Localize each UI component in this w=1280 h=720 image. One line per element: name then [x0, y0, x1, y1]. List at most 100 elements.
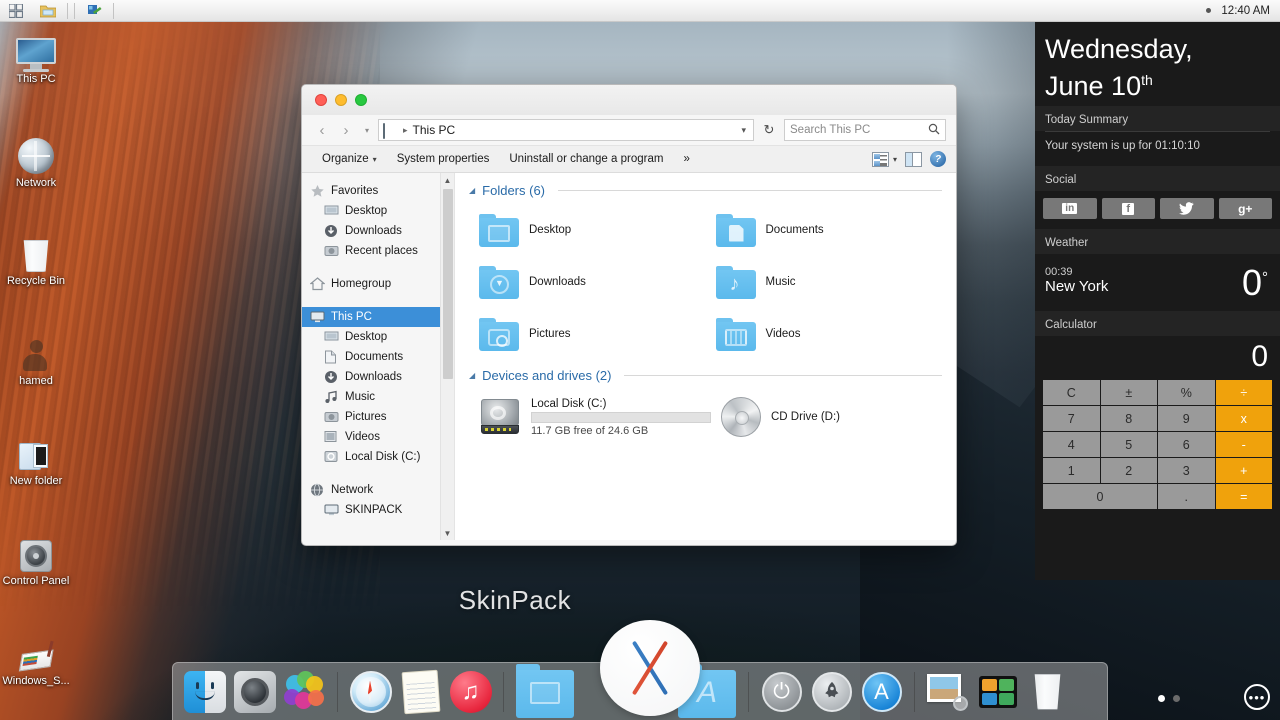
dock-item-photos[interactable] [281, 668, 328, 716]
desktop-icon-hamed[interactable]: hamed [0, 328, 72, 387]
scroll-down-arrow-icon[interactable]: ▼ [441, 526, 454, 540]
refresh-icon[interactable]: ↻ [758, 119, 780, 141]
dock-item-preview[interactable] [924, 668, 971, 716]
calc-key-0[interactable]: 0 [1043, 484, 1157, 509]
folder-tile-documents[interactable]: Documents [706, 204, 943, 256]
nav-item-documents[interactable]: Documents [302, 347, 454, 367]
nav-item-desktop[interactable]: Desktop [302, 201, 454, 221]
google-plus-icon[interactable]: g+ [1219, 198, 1273, 219]
nav-group-this-pc[interactable]: This PC [302, 307, 440, 327]
calc-key-decimal[interactable]: . [1158, 484, 1215, 509]
weather-widget[interactable]: 00:39 New York 0° [1035, 254, 1280, 311]
navpane-scrollbar[interactable]: ▲ ▼ [440, 173, 454, 540]
chevron-down-icon[interactable]: ▾ [741, 125, 749, 136]
drive-tile-cd-drive[interactable]: CD Drive (D:) [711, 389, 942, 445]
maximize-button[interactable] [355, 94, 367, 106]
tray-indicator-icon[interactable] [1206, 8, 1211, 13]
folder-tile-pictures[interactable]: Pictures [469, 308, 706, 360]
dock-item-app-store[interactable]: A [858, 668, 905, 716]
system-properties-button[interactable]: System properties [387, 148, 500, 170]
breadcrumb-bar[interactable]: ▸ This PC ▾ [378, 119, 754, 141]
close-button[interactable] [315, 94, 327, 106]
calc-key-8[interactable]: 8 [1101, 406, 1158, 431]
calc-key-multiply[interactable]: x [1216, 406, 1273, 431]
calc-key-percent[interactable]: % [1158, 380, 1215, 405]
nav-item-desktop-2[interactable]: Desktop [302, 327, 454, 347]
nav-item-recent-places[interactable]: Recent places [302, 241, 454, 261]
folders-group-header[interactable]: ◢ Folders (6) [469, 183, 942, 198]
nav-item-downloads-2[interactable]: Downloads [302, 367, 454, 387]
calc-key-6[interactable]: 6 [1158, 432, 1215, 457]
folder-tile-desktop[interactable]: Desktop [469, 204, 706, 256]
dock-item-system-preferences[interactable] [231, 668, 278, 716]
dock-item-safari[interactable] [347, 668, 394, 716]
page-dot-inactive[interactable] [1173, 695, 1180, 702]
toolbar-overflow-button[interactable]: » [673, 148, 699, 170]
minimize-button[interactable] [335, 94, 347, 106]
drives-group-header[interactable]: ◢ Devices and drives (2) [469, 368, 942, 383]
calc-key-minus[interactable]: - [1216, 432, 1273, 457]
calc-key-equals[interactable]: = [1216, 484, 1273, 509]
dock-item-shutdown[interactable]: ⏻ [758, 668, 805, 716]
desktop-icon-this-pc[interactable]: This PC [0, 26, 72, 85]
dock-item-finder[interactable] [181, 668, 228, 716]
search-input[interactable]: Search This PC [784, 119, 946, 141]
scroll-up-arrow-icon[interactable]: ▲ [441, 173, 454, 187]
desktop-icon-windows-script[interactable]: Windows_S... [0, 628, 72, 687]
nav-item-skinpack[interactable]: SKINPACK [302, 500, 454, 520]
calc-key-9[interactable]: 9 [1158, 406, 1215, 431]
dock-item-notes[interactable] [397, 668, 444, 716]
calc-key-5[interactable]: 5 [1101, 432, 1158, 457]
calc-key-2[interactable]: 2 [1101, 458, 1158, 483]
nav-item-music[interactable]: Music [302, 387, 454, 407]
scrollbar-thumb[interactable] [443, 189, 453, 379]
desktop-icon-network[interactable]: Network [0, 130, 72, 189]
folder-tile-music[interactable]: Music [706, 256, 943, 308]
nav-group-homegroup[interactable]: Homegroup [302, 274, 454, 294]
calc-key-plusminus[interactable]: ± [1101, 380, 1158, 405]
collapse-triangle-icon[interactable]: ◢ [469, 186, 475, 195]
drive-tile-local-disk[interactable]: Local Disk (C:) 11.7 GB free of 24.6 GB [469, 389, 711, 445]
osx-logo-icon[interactable] [600, 620, 700, 716]
history-dropdown-icon[interactable]: ▾ [360, 126, 374, 135]
breadcrumb-current[interactable]: This PC [413, 123, 456, 137]
help-icon[interactable]: ? [930, 151, 946, 167]
calc-key-clear[interactable]: C [1043, 380, 1100, 405]
page-dot-active[interactable] [1158, 695, 1165, 702]
dock-item-launchpad[interactable] [808, 668, 855, 716]
nav-item-local-disk[interactable]: Local Disk (C:) [302, 447, 454, 467]
folder-tile-downloads[interactable]: Downloads [469, 256, 706, 308]
folder-tile-videos[interactable]: Videos [706, 308, 943, 360]
dock-item-itunes[interactable]: ♫ [447, 668, 494, 716]
organize-button[interactable]: Organize ▾ [312, 148, 387, 170]
nav-item-downloads[interactable]: Downloads [302, 221, 454, 241]
search-icon[interactable] [928, 123, 940, 138]
uninstall-program-button[interactable]: Uninstall or change a program [499, 148, 673, 170]
clock-label[interactable]: 12:40 AM [1221, 5, 1270, 17]
twitter-icon[interactable] [1160, 198, 1214, 219]
back-button[interactable]: ‹ [312, 119, 332, 141]
dock-item-mission-control[interactable] [974, 668, 1021, 716]
facebook-icon[interactable]: f [1102, 198, 1156, 219]
explorer-icon[interactable] [32, 0, 64, 21]
nav-group-network[interactable]: Network [302, 480, 454, 500]
calc-key-3[interactable]: 3 [1158, 458, 1215, 483]
start-icon[interactable] [0, 0, 32, 21]
calc-key-1[interactable]: 1 [1043, 458, 1100, 483]
nav-group-favorites[interactable]: Favorites [302, 181, 454, 201]
collapse-triangle-icon[interactable]: ◢ [469, 371, 475, 380]
change-view-button[interactable]: ▾ [872, 152, 897, 167]
preview-pane-icon[interactable] [905, 152, 922, 167]
desktop-icon-recycle-bin[interactable]: Recycle Bin [0, 228, 72, 287]
linkedin-icon[interactable]: in [1043, 198, 1097, 219]
nav-item-videos[interactable]: Videos [302, 427, 454, 447]
calc-key-divide[interactable]: ÷ [1216, 380, 1273, 405]
dock-item-trash[interactable] [1024, 668, 1071, 716]
forward-button[interactable]: › [336, 119, 356, 141]
desktop-icon-new-folder[interactable]: New folder [0, 428, 72, 487]
calc-key-plus[interactable]: + [1216, 458, 1273, 483]
dock-item-documents-folder[interactable] [513, 668, 577, 716]
app-icon[interactable] [78, 0, 110, 21]
nav-item-pictures[interactable]: Pictures [302, 407, 454, 427]
calc-key-7[interactable]: 7 [1043, 406, 1100, 431]
